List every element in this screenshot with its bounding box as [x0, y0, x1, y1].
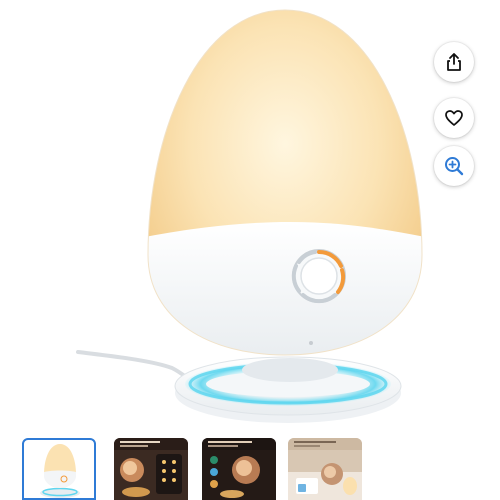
share-button[interactable]: [434, 42, 474, 82]
thumbnail-3[interactable]: [202, 438, 276, 500]
zoom-button[interactable]: [434, 146, 474, 186]
thumbnail-strip: [0, 438, 500, 500]
heart-icon: [445, 110, 463, 126]
egg-night-lamp-image: [76, 9, 423, 423]
thumbnail-2[interactable]: [114, 438, 188, 500]
child-lamp-thumbnail-image: [202, 438, 276, 500]
bedroom-thumbnail-image: [288, 438, 362, 500]
thumbnail-4[interactable]: [288, 438, 362, 500]
thumbnail-1[interactable]: [22, 438, 96, 500]
product-image-viewer[interactable]: [0, 0, 500, 430]
zoom-icon: [445, 157, 464, 176]
lifestyle-thumbnail-image: [114, 438, 188, 500]
wishlist-button[interactable]: [434, 98, 474, 138]
egg-lamp-thumbnail-image: [40, 444, 80, 498]
share-icon: [447, 53, 461, 71]
